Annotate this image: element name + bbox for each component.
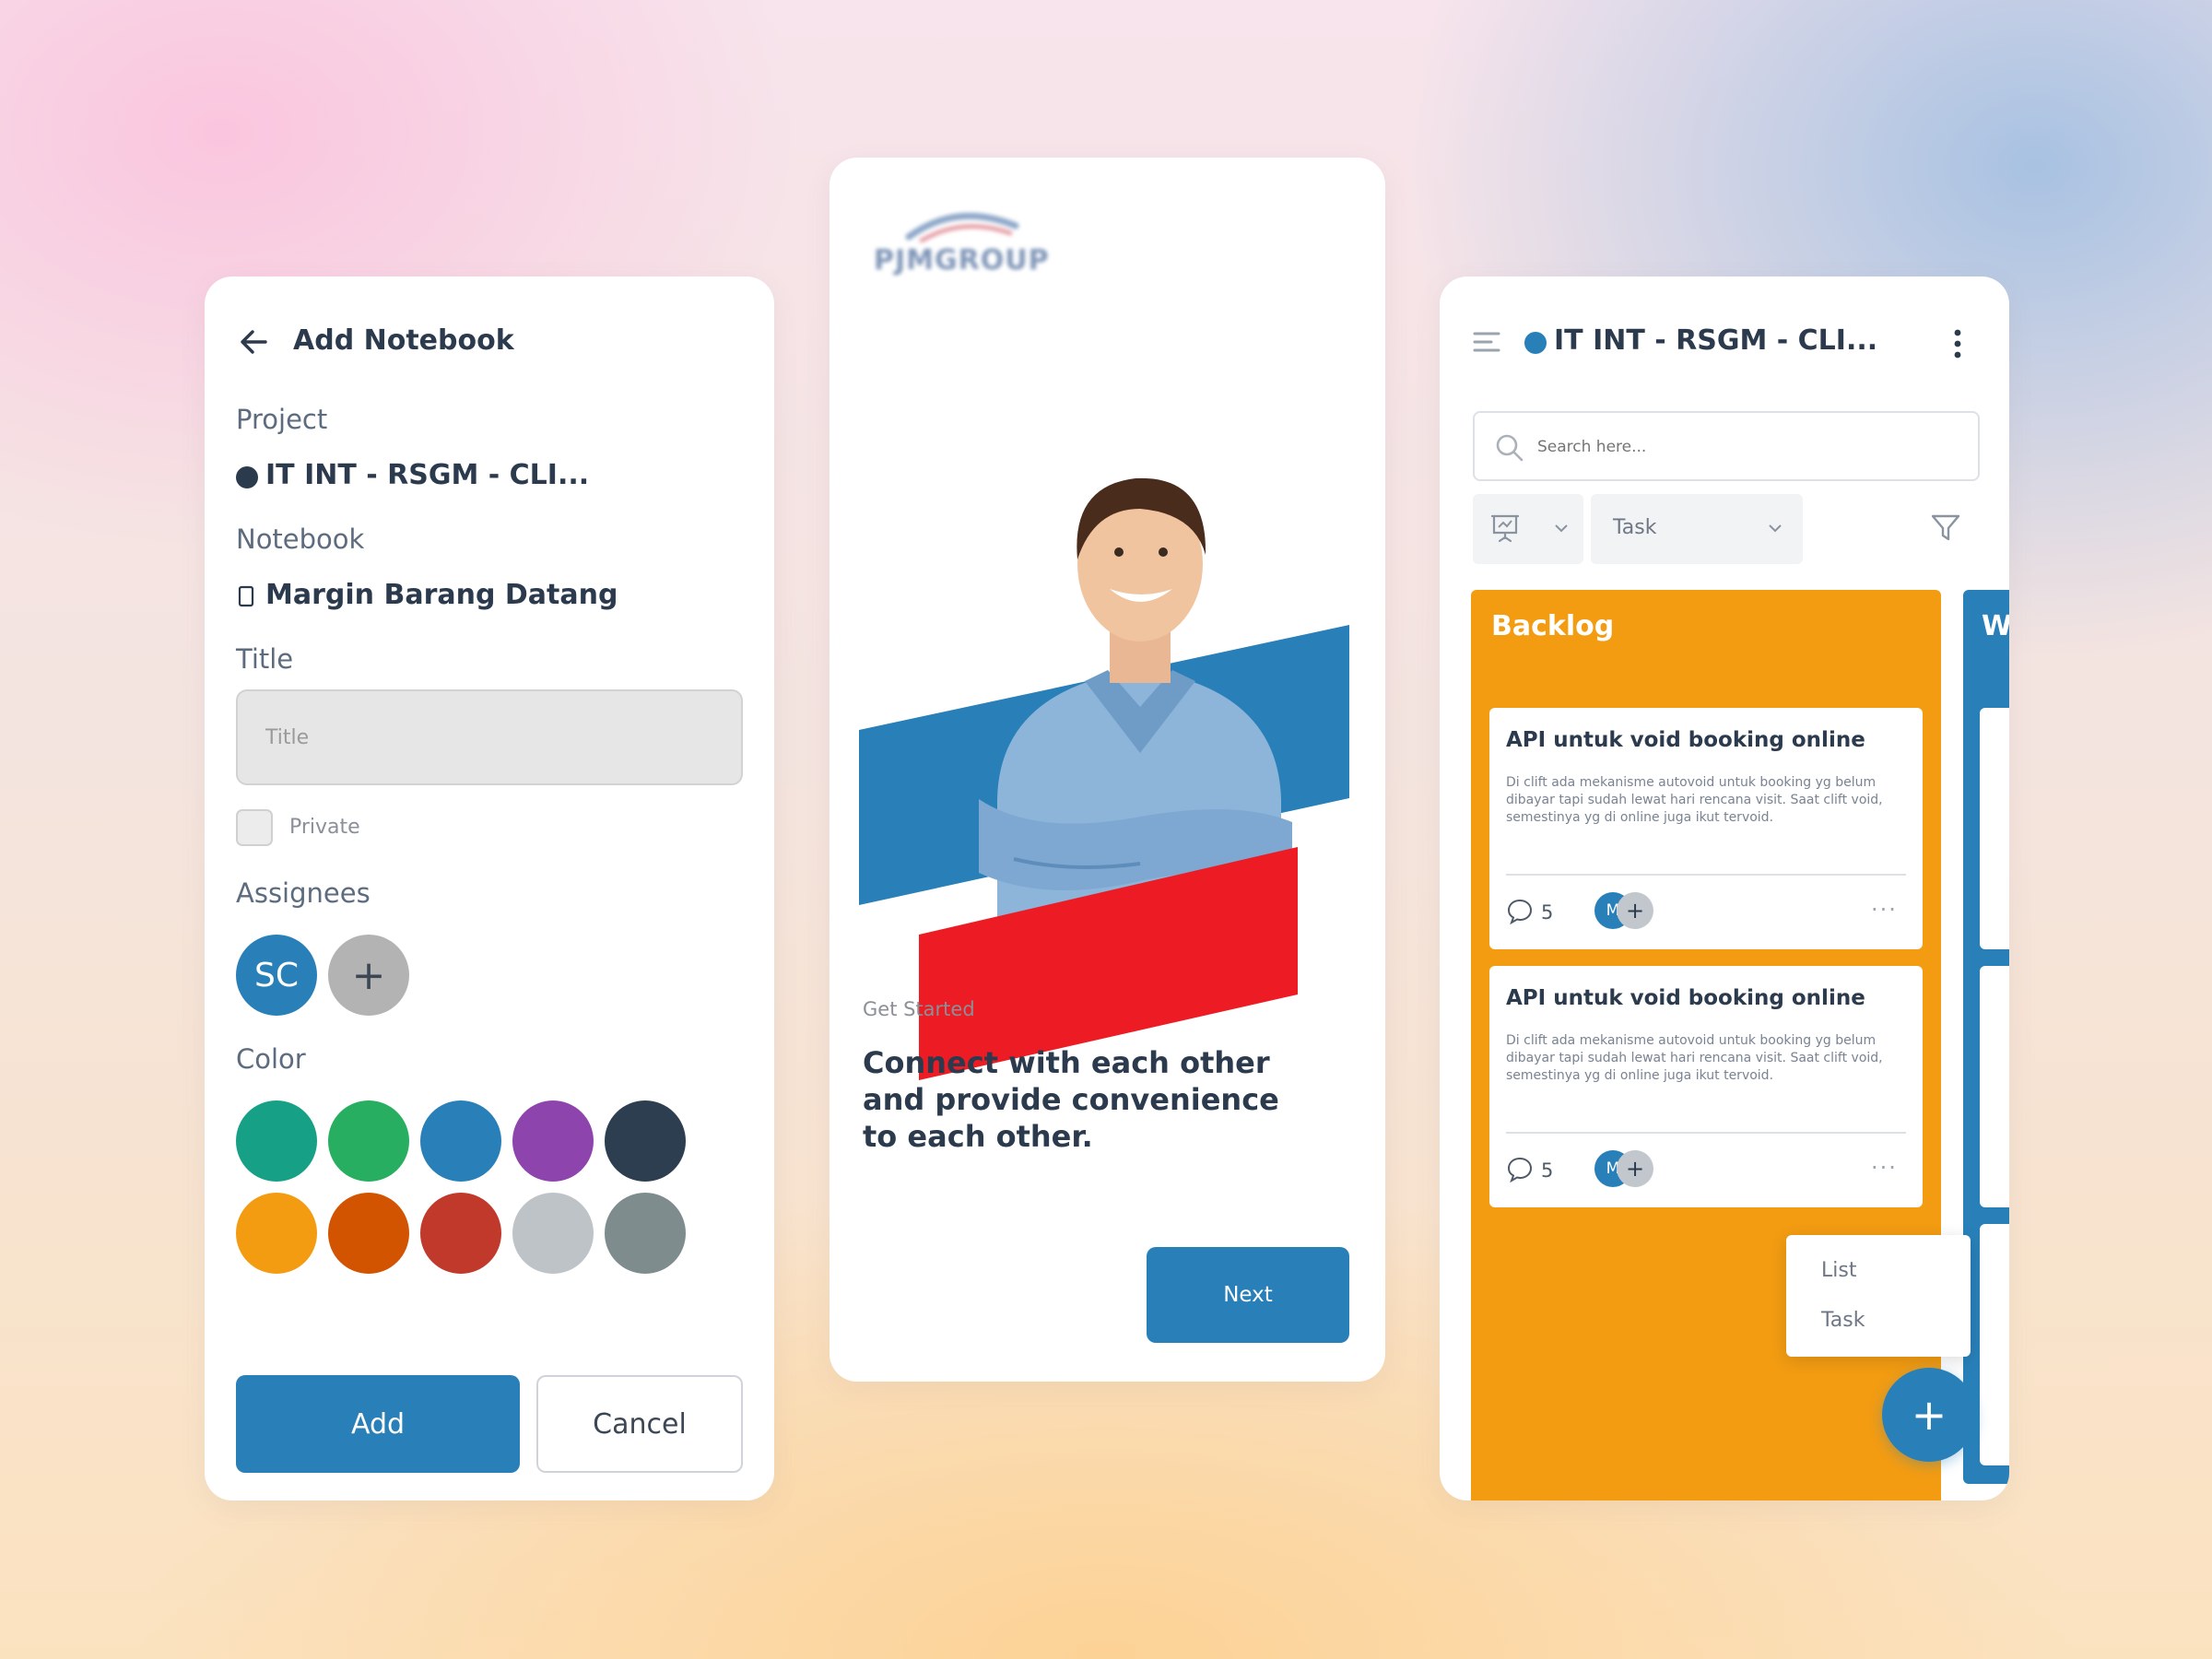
kanban-board-screen: IT INT - RSGM - CLI... Task Backlog A xyxy=(1440,276,2009,1500)
color-swatch[interactable] xyxy=(420,1100,501,1182)
more-vertical-icon[interactable] xyxy=(1952,328,1963,359)
menu-item-list[interactable]: List xyxy=(1821,1259,1856,1282)
column-title: W xyxy=(1982,610,2009,642)
task-description: Di clift ada mekanisme autovoid untuk bo… xyxy=(1506,1033,1883,1083)
add-notebook-screen: Add Notebook Project IT INT - RSGM - CLI… xyxy=(205,276,774,1500)
menu-item-task[interactable]: Task xyxy=(1821,1309,1865,1332)
notebook-icon xyxy=(238,585,254,607)
company-logo: PJMGROUP xyxy=(874,244,1050,276)
comment-icon[interactable] xyxy=(1506,898,1534,925)
page-title: Add Notebook xyxy=(293,324,514,357)
chevron-down-icon xyxy=(1555,524,1568,533)
color-swatch[interactable] xyxy=(420,1193,501,1274)
divider xyxy=(1506,874,1906,876)
title-input[interactable] xyxy=(236,689,743,785)
assignee-avatar[interactable]: SC xyxy=(236,935,317,1016)
add-assignee-button[interactable]: + xyxy=(328,935,409,1016)
color-swatch[interactable] xyxy=(605,1100,686,1182)
column-title: Backlog xyxy=(1491,610,1615,642)
title-label: Title xyxy=(236,643,294,675)
add-assignee-button[interactable]: + xyxy=(1617,892,1653,929)
private-label: Private xyxy=(289,816,360,839)
task-description: Di clift ada mekanisme autovoid untuk bo… xyxy=(1506,775,1883,825)
more-horizontal-icon[interactable]: ... xyxy=(1871,1148,1898,1174)
project-dot-icon xyxy=(1524,332,1547,354)
comment-count: 5 xyxy=(1541,1159,1554,1182)
search-box[interactable] xyxy=(1473,411,1980,481)
search-input[interactable] xyxy=(1535,429,1945,465)
headline-line-2: and provide convenience xyxy=(863,1082,1279,1117)
color-swatch[interactable] xyxy=(512,1193,594,1274)
onboarding-screen: PJMGROUP Get Started Connect with each o… xyxy=(830,158,1385,1382)
color-label: Color xyxy=(236,1043,306,1075)
chevron-down-icon xyxy=(1769,524,1782,533)
task-title: API untuk void booking online xyxy=(1506,986,1865,1010)
comment-count: 5 xyxy=(1541,901,1554,924)
task-card[interactable] xyxy=(1980,1224,2009,1465)
menu-icon[interactable] xyxy=(1473,330,1502,354)
private-checkbox[interactable] xyxy=(236,809,273,846)
project-title[interactable]: IT INT - RSGM - CLI... xyxy=(1554,324,1877,357)
logo-swoosh-icon xyxy=(905,212,1019,242)
search-icon xyxy=(1496,434,1524,462)
next-button[interactable]: Next xyxy=(1147,1247,1349,1343)
back-arrow-icon[interactable] xyxy=(238,327,271,357)
hero-illustration xyxy=(859,477,1349,1080)
color-swatch[interactable] xyxy=(512,1100,594,1182)
task-card[interactable] xyxy=(1980,966,2009,1207)
color-swatch[interactable] xyxy=(605,1193,686,1274)
project-value[interactable]: IT INT - RSGM - CLI... xyxy=(265,459,589,491)
comment-icon[interactable] xyxy=(1506,1156,1534,1183)
create-menu: List Task xyxy=(1786,1235,1971,1357)
fab-add-button[interactable]: + xyxy=(1882,1368,1976,1462)
task-card[interactable]: API untuk void booking online Di clift a… xyxy=(1489,708,1923,949)
color-swatch[interactable] xyxy=(328,1193,409,1274)
headline-line-3: to each other. xyxy=(863,1119,1093,1154)
task-view-select-value: Task xyxy=(1613,516,1657,539)
cancel-button[interactable]: Cancel xyxy=(536,1375,743,1473)
more-horizontal-icon[interactable]: ... xyxy=(1871,890,1898,916)
color-swatch[interactable] xyxy=(236,1193,317,1274)
divider xyxy=(1506,1132,1906,1134)
project-label: Project xyxy=(236,404,328,435)
filter-icon[interactable] xyxy=(1930,512,1961,544)
add-button[interactable]: Add xyxy=(236,1375,520,1473)
get-started-label: Get Started xyxy=(863,998,975,1020)
presentation-board-icon xyxy=(1490,514,1520,543)
task-card[interactable]: API untuk void booking online Di clift a… xyxy=(1489,966,1923,1207)
add-assignee-button[interactable]: + xyxy=(1617,1150,1653,1187)
project-dot-icon xyxy=(236,466,258,488)
assignees-label: Assignees xyxy=(236,877,371,909)
task-card[interactable] xyxy=(1980,708,2009,949)
board-view-dropdown[interactable] xyxy=(1473,494,1583,564)
notebook-value[interactable]: Margin Barang Datang xyxy=(265,579,618,611)
color-swatch[interactable] xyxy=(236,1100,317,1182)
task-view-select[interactable]: Task xyxy=(1591,494,1803,564)
notebook-label: Notebook xyxy=(236,524,365,555)
task-title: API untuk void booking online xyxy=(1506,728,1865,752)
color-swatch[interactable] xyxy=(328,1100,409,1182)
headline-line-1: Connect with each other xyxy=(863,1045,1270,1080)
headline: Connect with each other and provide conv… xyxy=(863,1044,1279,1155)
